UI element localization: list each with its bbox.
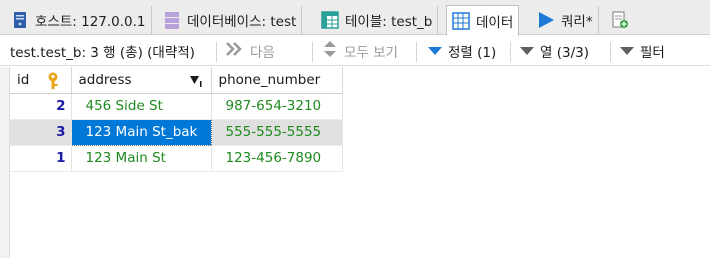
toolbar-divider (312, 42, 313, 62)
column-header-phone-number[interactable]: phone_number (211, 67, 343, 94)
sort-button[interactable]: 정렬 (1) (428, 41, 496, 61)
tab-database[interactable]: 데이터베이스: test (158, 6, 303, 34)
host-icon (10, 10, 30, 30)
dropdown-triangle-icon (620, 47, 634, 55)
cell-id[interactable]: 1 (10, 145, 72, 172)
cell-address-focused[interactable]: 123 Main St_bak (70, 118, 212, 146)
dropdown-triangle-icon (520, 47, 534, 55)
dropdown-triangle-icon (428, 47, 442, 55)
cell-id[interactable]: 3 (10, 119, 72, 146)
database-icon (162, 10, 182, 30)
data-grid: id address phone_number 2 456 Side St 98… (10, 67, 710, 258)
tab-host[interactable]: 호스트: 127.0.0.1 (6, 6, 152, 34)
columns-button[interactable]: 열 (3/3) (520, 41, 589, 61)
double-chevron-right-icon (224, 41, 244, 61)
columns-button-label: 열 (3/3) (540, 45, 589, 61)
cell-phone-number[interactable]: 123-456-7890 (211, 145, 343, 172)
query-run-icon (536, 10, 556, 30)
tab-query-label: 쿼리* (561, 14, 593, 30)
cell-phone-number[interactable]: 987-654-3210 (211, 93, 343, 120)
show-all-button-label: 모두 보기 (344, 45, 398, 61)
tab-data[interactable]: 데이터 (446, 5, 520, 36)
column-header-address[interactable]: address (71, 67, 212, 94)
header-row: id address phone_number (10, 67, 343, 94)
table-row[interactable]: 1 123 Main St 123-456-7890 (10, 145, 343, 172)
filter-button-label: 필터 (640, 45, 665, 61)
toolbar-divider (416, 42, 417, 62)
data-toolbar: test.test_b: 3 행 (총) (대략적) 다음 모두 보기 정렬 (… (0, 36, 710, 66)
next-button-label: 다음 (250, 45, 275, 61)
next-button[interactable]: 다음 (224, 41, 275, 61)
table-row[interactable]: 2 456 Side St 987-654-3210 (10, 93, 343, 120)
grid-row-gutter (0, 67, 10, 258)
show-all-button[interactable]: 모두 보기 (322, 41, 398, 61)
data-grid-icon (451, 11, 471, 31)
tab-bar: 호스트: 127.0.0.1 데이터베이스: test 테이블: test_b … (0, 0, 710, 36)
expand-updown-icon (322, 40, 338, 62)
table-row-selected[interactable]: 3 123 Main St_bak 555-555-5555 (10, 118, 343, 146)
column-header-id[interactable]: id (10, 67, 72, 94)
cell-address[interactable]: 123 Main St (71, 145, 212, 172)
cell-phone-number[interactable]: 555-555-5555 (211, 119, 343, 146)
toolbar-divider (610, 42, 611, 62)
toolbar-divider (216, 42, 217, 62)
cell-address[interactable]: 456 Side St (71, 93, 212, 120)
tab-table-label: 테이블: test_b (345, 14, 433, 30)
tab-database-label: 데이터베이스: test (187, 14, 297, 30)
data-table: id address phone_number 2 456 Side St 98… (10, 67, 343, 172)
cell-id[interactable]: 2 (10, 93, 72, 120)
tab-table[interactable]: 테이블: test_b (316, 6, 439, 34)
new-tab-icon (612, 11, 628, 28)
primary-key-icon (46, 72, 60, 90)
sort-button-label: 정렬 (1) (448, 45, 497, 61)
row-count-summary: test.test_b: 3 행 (총) (대략적) (10, 45, 195, 61)
filter-button[interactable]: 필터 (620, 41, 665, 61)
toolbar-divider (510, 42, 511, 62)
table-icon (320, 10, 340, 30)
tab-query[interactable]: 쿼리* (532, 6, 599, 34)
tab-host-label: 호스트: 127.0.0.1 (35, 14, 146, 30)
new-query-tab-button[interactable] (610, 10, 630, 30)
sort-descending-icon (189, 74, 203, 91)
tab-data-label: 데이터 (476, 14, 514, 31)
